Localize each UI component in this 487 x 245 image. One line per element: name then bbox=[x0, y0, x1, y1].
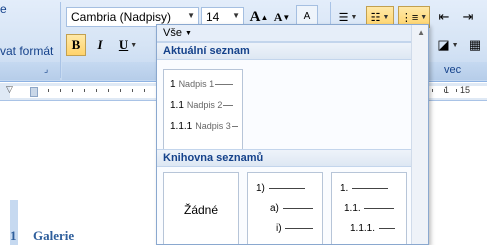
ruler-tick bbox=[72, 89, 73, 92]
ruler-tick bbox=[432, 89, 433, 92]
heading-number: 1 bbox=[10, 228, 17, 243]
list-level-2: a) bbox=[270, 203, 313, 214]
list-level-3: i) bbox=[276, 223, 314, 234]
multilevel-list-icon: ⋮≡ bbox=[400, 11, 419, 24]
ruler-tick bbox=[48, 89, 49, 92]
list-level-2: 1.1. bbox=[344, 203, 395, 214]
group-separator bbox=[60, 2, 61, 78]
list-level-2: 1.1 Nadpis 2 bbox=[170, 100, 234, 111]
list-library-tile-numbered[interactable]: 1) a) i) bbox=[247, 172, 323, 244]
numbered-list-icon: ☷ bbox=[370, 11, 381, 24]
ribbon-left-item-1[interactable]: e bbox=[0, 2, 7, 16]
list-level-1: 1 Nadpis 1 bbox=[170, 79, 234, 90]
multilevel-list-gallery: Vše ▼ Aktuální seznam 1 Nadpis 1 1.1 Nadpi… bbox=[156, 24, 429, 245]
decrease-indent-icon: ⇤ bbox=[438, 9, 450, 24]
gallery-scrollbar[interactable]: ▲ bbox=[411, 25, 428, 244]
ruler-tick bbox=[60, 89, 61, 92]
ruler-tick bbox=[96, 89, 97, 92]
gallery-filter-label: Vše bbox=[163, 27, 182, 39]
group-label-text: vec bbox=[444, 64, 462, 76]
decrease-indent-button[interactable]: ⇤ bbox=[434, 6, 454, 28]
indent-marker[interactable] bbox=[30, 87, 38, 97]
dialog-launcher-icon[interactable]: ⌟ bbox=[44, 64, 48, 75]
bold-button[interactable]: B bbox=[66, 34, 86, 56]
list-level-1: 1. bbox=[340, 183, 389, 194]
ruler-tick bbox=[144, 89, 145, 92]
list-library-tile-none[interactable]: Žádné bbox=[163, 172, 239, 244]
ruler-tick bbox=[132, 89, 133, 92]
ruler-tick bbox=[84, 89, 85, 92]
increase-indent-button[interactable]: ⇥ bbox=[458, 6, 478, 28]
none-label: Žádné bbox=[183, 203, 219, 217]
underline-button[interactable]: U ▼ bbox=[114, 34, 142, 56]
format-painter-label[interactable]: vat formát bbox=[0, 44, 53, 58]
ruler-number: 15 bbox=[460, 85, 471, 95]
section-header-current: Aktuální seznam bbox=[157, 42, 428, 60]
chevron-down-icon[interactable]: ▼ bbox=[232, 11, 240, 20]
borders-button[interactable]: ▦ bbox=[464, 34, 486, 56]
list-library-tile-decimal[interactable]: 1. 1.1. 1.1.1. bbox=[331, 172, 407, 244]
ruler-tick bbox=[120, 89, 121, 92]
heading-text[interactable]: Galerie bbox=[33, 228, 74, 244]
tab-stop-icon[interactable]: ▽ bbox=[6, 84, 13, 95]
paint-bucket-icon: ◪ bbox=[437, 37, 450, 52]
scroll-up-icon[interactable]: ▲ bbox=[417, 28, 425, 37]
italic-button[interactable]: I bbox=[90, 34, 110, 56]
list-level-3: 1.1.1 Nadpis 3 bbox=[170, 121, 238, 132]
ruler-number: 1 bbox=[444, 85, 450, 95]
section-header-library: Knihovna seznamů bbox=[157, 149, 413, 167]
shading-button[interactable]: ◪ ▼ bbox=[434, 34, 462, 56]
chevron-down-icon: ▼ bbox=[184, 29, 192, 37]
current-list-tile[interactable]: 1 Nadpis 1 1.1 Nadpis 2 1.1.1 Nadpis 3 bbox=[163, 69, 243, 153]
gallery-filter[interactable]: Vše ▼ bbox=[157, 25, 428, 42]
ruler-tick bbox=[456, 89, 457, 92]
increase-indent-icon: ⇥ bbox=[462, 9, 474, 24]
list-level-3: 1.1.1. bbox=[350, 223, 395, 234]
font-size-value: 14 bbox=[206, 10, 220, 24]
ruler-tick bbox=[108, 89, 109, 92]
border-icon: ▦ bbox=[468, 37, 482, 52]
list-level-1: 1) bbox=[256, 183, 305, 194]
font-name-value: Cambria (Nadpisy) bbox=[71, 10, 172, 24]
chevron-down-icon[interactable]: ▼ bbox=[187, 11, 195, 20]
clipboard-group-label bbox=[0, 62, 60, 80]
bullet-list-icon: ☰ bbox=[338, 11, 349, 24]
